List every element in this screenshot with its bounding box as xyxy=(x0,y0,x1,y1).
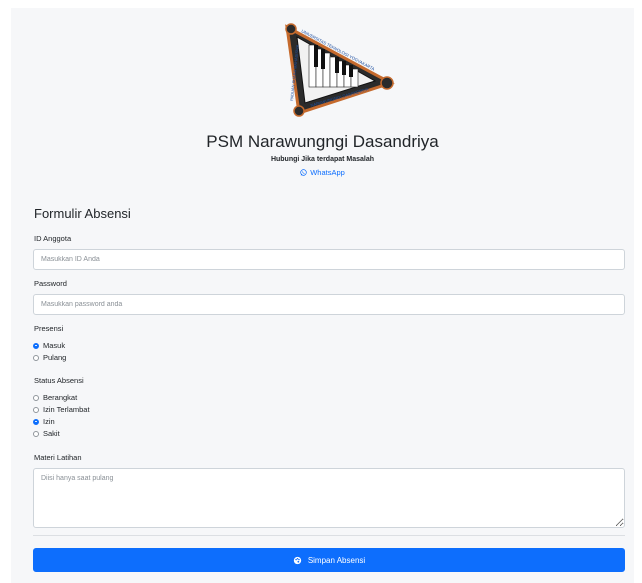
status-option-label: Berangkat xyxy=(43,393,78,402)
psm-logo: UNIVERSITAS TEKNOLOGI YOGYAKARTA PADUAN … xyxy=(283,21,397,119)
radio-masuk[interactable] xyxy=(33,342,39,349)
radio-berangkat[interactable] xyxy=(33,394,39,401)
radio-izin[interactable] xyxy=(33,418,39,425)
attendance-page: UNIVERSITAS TEKNOLOGI YOGYAKARTA PADUAN … xyxy=(11,8,634,583)
status-option-izin[interactable]: Izin xyxy=(33,417,55,426)
materi-label: Materi Latihan xyxy=(34,453,82,462)
save-attendance-button[interactable]: Simpan Absensi xyxy=(33,548,625,572)
presensi-label: Presensi xyxy=(34,324,64,333)
radio-sakit[interactable] xyxy=(33,430,39,437)
materi-textarea[interactable] xyxy=(33,468,625,528)
form-divider xyxy=(33,535,625,536)
presensi-option-pulang[interactable]: Pulang xyxy=(33,353,66,362)
whatsapp-icon xyxy=(300,169,307,176)
whatsapp-label: WhatsApp xyxy=(310,168,345,177)
whatsapp-link[interactable]: WhatsApp xyxy=(11,168,634,177)
form-heading: Formulir Absensi xyxy=(34,206,131,221)
presensi-option-label: Masuk xyxy=(43,341,66,350)
radio-izin-terlambat[interactable] xyxy=(33,406,39,413)
id-label: ID Anggota xyxy=(34,234,72,243)
status-option-label: Izin Terlambat xyxy=(43,405,90,414)
member-id-input[interactable] xyxy=(33,249,625,270)
status-option-label: Izin xyxy=(43,417,55,426)
status-label: Status Absensi xyxy=(34,376,84,385)
contact-note: Hubungi Jika terdapat Masalah xyxy=(270,156,375,163)
radio-pulang[interactable] xyxy=(33,354,39,361)
status-option-berangkat[interactable]: Berangkat xyxy=(33,393,77,402)
save-icon xyxy=(293,556,301,564)
status-option-izin-terlambat[interactable]: Izin Terlambat xyxy=(33,405,90,414)
page-title: PSM Narawungngi Dasandriya xyxy=(206,132,439,151)
submit-label: Simpan Absensi xyxy=(307,555,366,565)
password-label: Password xyxy=(34,279,67,288)
password-input[interactable] xyxy=(33,294,625,315)
status-option-sakit[interactable]: Sakit xyxy=(33,429,60,438)
presensi-option-label: Pulang xyxy=(43,353,67,362)
status-option-label: Sakit xyxy=(43,429,60,438)
presensi-option-masuk[interactable]: Masuk xyxy=(33,341,65,350)
